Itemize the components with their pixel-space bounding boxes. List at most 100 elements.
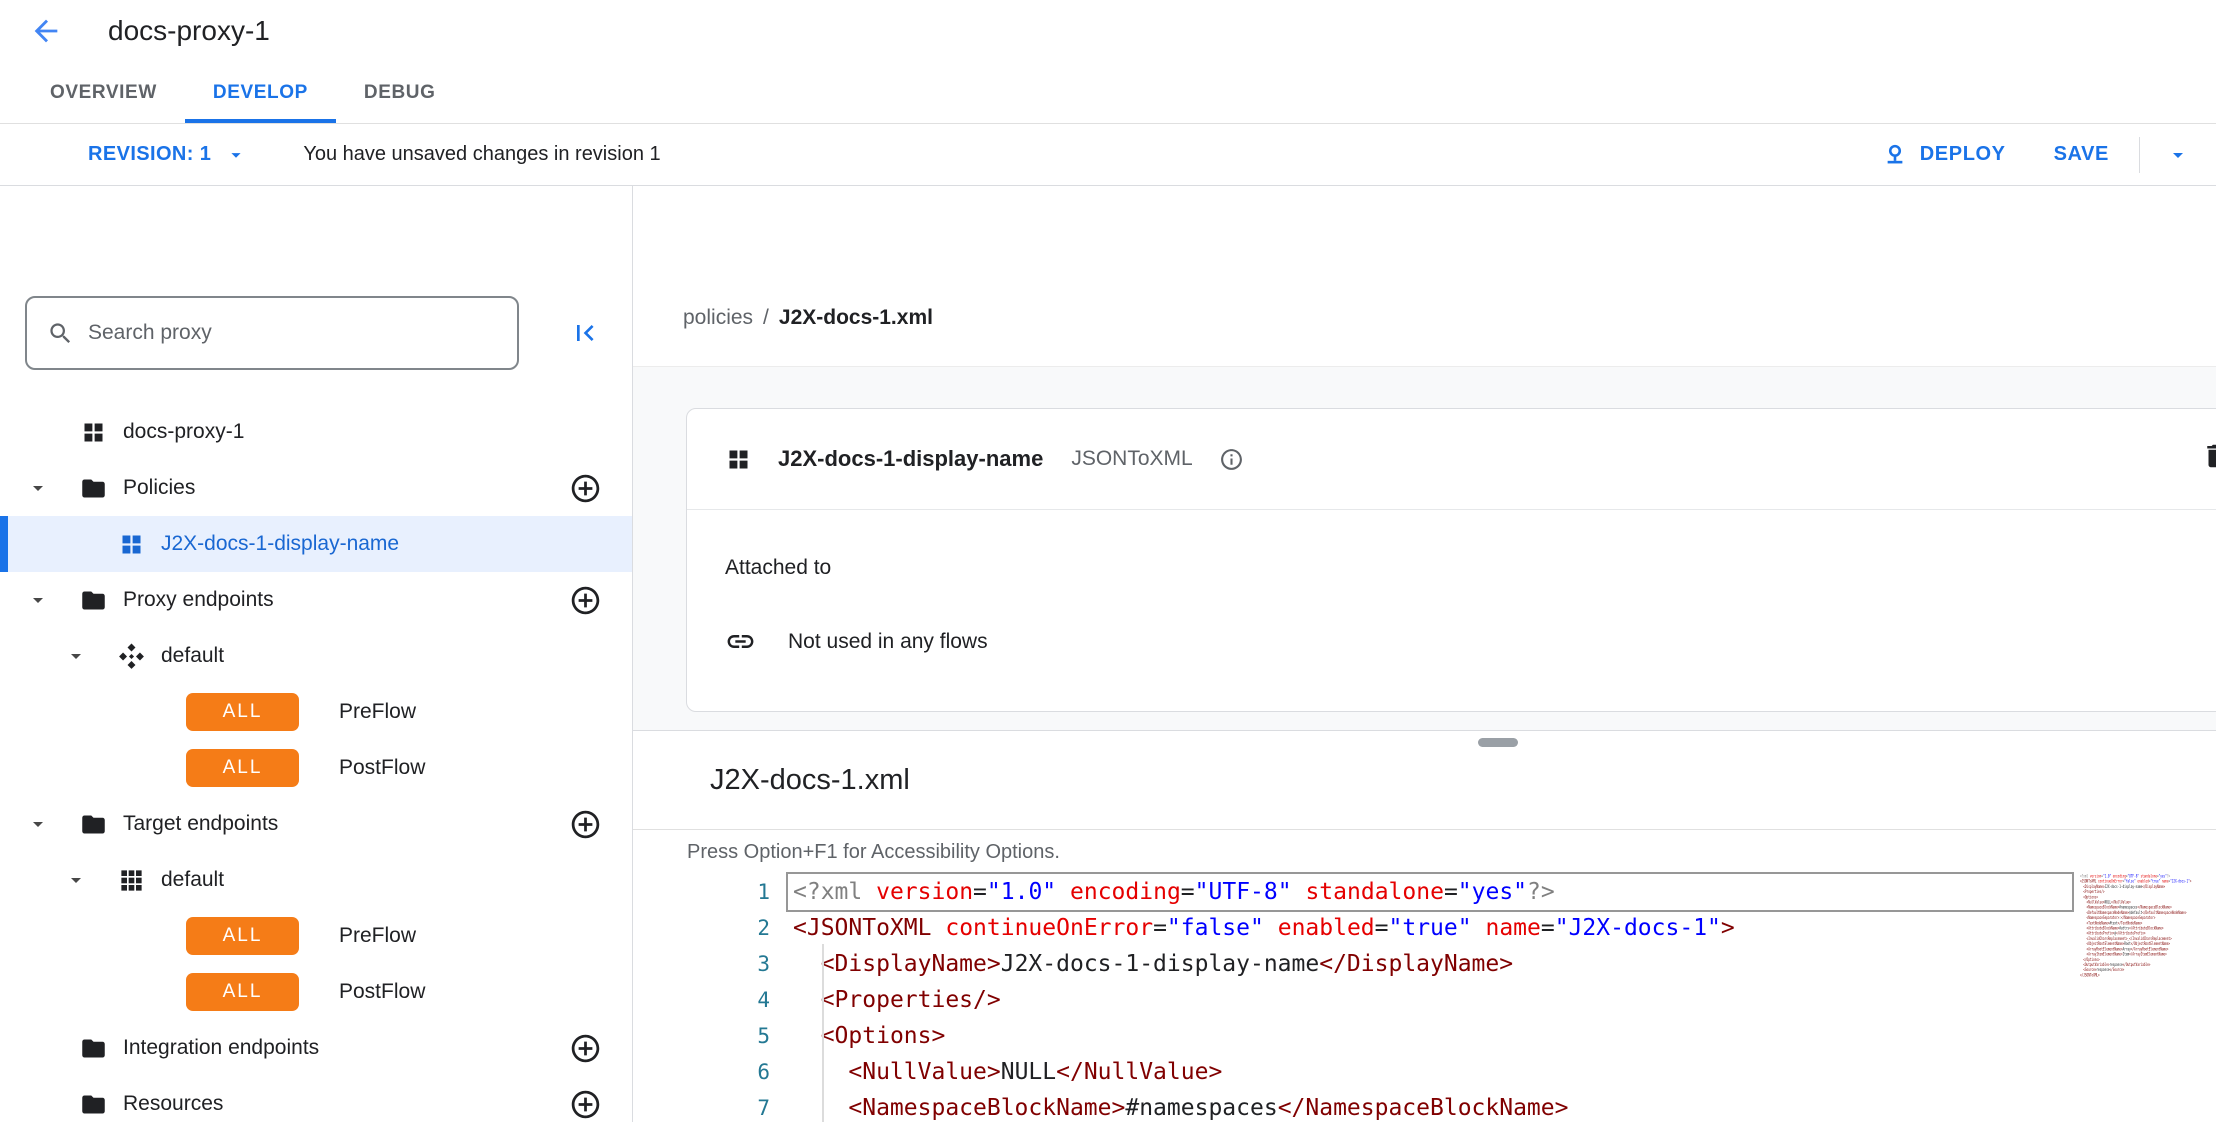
policy-name: J2X-docs-1-display-name bbox=[778, 446, 1043, 472]
policy-card: J2X-docs-1-display-name JSONToXML Attach… bbox=[686, 408, 2216, 712]
attached-to-label: Attached to bbox=[725, 556, 2216, 580]
tree-item-label: PostFlow bbox=[339, 980, 425, 1004]
tree-item-target-endpoints[interactable]: Target endpoints bbox=[0, 796, 632, 852]
line-number: 3 bbox=[633, 946, 770, 982]
add-button[interactable] bbox=[568, 807, 602, 841]
trash-icon bbox=[2201, 441, 2216, 471]
flow-condition-badge: ALL bbox=[186, 973, 299, 1011]
line-content: <JSONToXML continueOnError="false" enabl… bbox=[788, 910, 2072, 946]
caret-down-icon[interactable] bbox=[64, 644, 88, 668]
add-button[interactable] bbox=[568, 583, 602, 617]
tree-item-label: PreFlow bbox=[339, 924, 416, 948]
tree-item-integration-endpoints[interactable]: Integration endpoints bbox=[0, 1020, 632, 1076]
code-editor[interactable]: Press Option+F1 for Accessibility Option… bbox=[633, 830, 2216, 1122]
tree-item-preflow[interactable]: ALLPreFlow bbox=[0, 908, 632, 964]
tree-item-postflow[interactable]: ALLPostFlow bbox=[0, 740, 632, 796]
line-number: 5 bbox=[633, 1018, 770, 1054]
info-icon[interactable] bbox=[1219, 447, 1244, 472]
caret-down-icon[interactable] bbox=[64, 868, 88, 892]
add-circle-icon bbox=[569, 1032, 602, 1065]
line-number: 7 bbox=[633, 1090, 770, 1122]
add-circle-icon bbox=[569, 808, 602, 841]
add-button[interactable] bbox=[568, 471, 602, 505]
unsaved-changes-message: You have unsaved changes in revision 1 bbox=[303, 143, 660, 166]
caret-down-icon[interactable] bbox=[26, 476, 50, 500]
proxy-endpoint-icon bbox=[118, 643, 145, 670]
proxy-tree: docs-proxy-1 Policies J2X-docs-1-display-n… bbox=[0, 404, 632, 1122]
tree-item-label: default bbox=[161, 644, 224, 668]
tree-item-docs-proxy-1[interactable]: docs-proxy-1 bbox=[0, 404, 632, 460]
breadcrumb-separator: / bbox=[763, 306, 769, 330]
deploy-icon bbox=[1882, 142, 1908, 168]
code-line-5[interactable]: 5 <Options> bbox=[633, 1018, 2216, 1054]
delete-policy-button[interactable] bbox=[2201, 441, 2216, 471]
search-proxy-input[interactable] bbox=[88, 321, 468, 345]
policy-type: JSONToXML bbox=[1071, 447, 1192, 471]
line-content: <?xml version="1.0" encoding="UTF-8" sta… bbox=[788, 874, 2072, 910]
deploy-button[interactable]: DEPLOY bbox=[1882, 142, 2006, 168]
file-title-bar: J2X-docs-1.xml bbox=[633, 731, 2216, 830]
line-content: <Options> bbox=[788, 1018, 2072, 1054]
tree-item-label: PreFlow bbox=[339, 700, 416, 724]
policy-icon bbox=[725, 446, 752, 473]
tree-item-j2x-docs-1-display-name[interactable]: J2X-docs-1-display-name bbox=[0, 516, 632, 572]
tree-item-label: J2X-docs-1-display-name bbox=[161, 532, 399, 556]
caret-down-icon bbox=[2166, 143, 2190, 167]
line-content: <NullValue>NULL</NullValue> bbox=[788, 1054, 2072, 1090]
search-icon bbox=[47, 320, 74, 347]
tab-debug[interactable]: DEBUG bbox=[336, 62, 464, 123]
code-line-6[interactable]: 6 <NullValue>NULL</NullValue> bbox=[633, 1054, 2216, 1090]
folder-icon bbox=[80, 1035, 107, 1062]
folder-icon bbox=[80, 587, 107, 614]
tree-item-preflow[interactable]: ALL PreFlow bbox=[0, 684, 632, 740]
save-menu-button[interactable] bbox=[2166, 143, 2200, 167]
flow-condition-badge: ALL bbox=[186, 693, 299, 731]
caret-down-icon bbox=[225, 144, 247, 166]
folder-icon bbox=[80, 1091, 107, 1118]
tree-item-proxy-endpoints[interactable]: Proxy endpoints bbox=[0, 572, 632, 628]
proxy-explorer-sidebar: docs-proxy-1 Policies J2X-docs-1-display-n… bbox=[0, 186, 633, 1122]
policy-card-header: J2X-docs-1-display-name JSONToXML bbox=[687, 409, 2216, 510]
attachment-status-row: Not used in any flows bbox=[725, 626, 2216, 657]
tree-item-default[interactable]: default bbox=[0, 852, 632, 908]
save-button[interactable]: SAVE bbox=[2054, 143, 2109, 166]
tab-overview[interactable]: OVERVIEW bbox=[22, 62, 185, 123]
folder-icon bbox=[80, 811, 107, 838]
divider bbox=[2139, 137, 2140, 173]
minimap[interactable]: <?xml version="1.0" encoding="UTF-8" sta… bbox=[2080, 874, 2200, 990]
code-line-4[interactable]: 4 <Properties/> bbox=[633, 982, 2216, 1018]
add-circle-icon bbox=[569, 584, 602, 617]
apigee-proxy-editor: docs-proxy-1 OVERVIEWDEVELOPDEBUG REVISI… bbox=[0, 0, 2216, 1122]
back-button[interactable] bbox=[24, 9, 68, 53]
caret-down-icon[interactable] bbox=[26, 812, 50, 836]
breadcrumb-parent[interactable]: policies bbox=[683, 306, 753, 330]
line-content: <DisplayName>J2X-docs-1-display-name</Di… bbox=[788, 946, 2072, 982]
code-line-7[interactable]: 7 <NamespaceBlockName>#namespaces</Names… bbox=[633, 1090, 2216, 1122]
resize-handle[interactable] bbox=[1478, 738, 1518, 747]
line-content: <Properties/> bbox=[788, 982, 2072, 1018]
revision-selector[interactable]: REVISION: 1 bbox=[88, 143, 247, 166]
tree-item-policies[interactable]: Policies bbox=[0, 460, 632, 516]
folder-icon bbox=[80, 475, 107, 502]
code-line-3[interactable]: 3 <DisplayName>J2X-docs-1-display-name</… bbox=[633, 946, 2216, 982]
code-line-1[interactable]: 1<?xml version="1.0" encoding="UTF-8" st… bbox=[633, 874, 2216, 910]
tree-item-postflow[interactable]: ALL PostFlow bbox=[0, 964, 632, 1020]
tab-develop[interactable]: DEVELOP bbox=[185, 62, 336, 123]
tree-item-resources[interactable]: Resources bbox=[0, 1076, 632, 1122]
tree-item-default[interactable]: default bbox=[0, 628, 632, 684]
line-content: <NamespaceBlockName>#namespaces</Namespa… bbox=[788, 1090, 2072, 1122]
search-proxy-box[interactable] bbox=[25, 296, 519, 370]
add-circle-icon bbox=[569, 472, 602, 505]
caret-down-icon[interactable] bbox=[26, 588, 50, 612]
add-button[interactable] bbox=[568, 1087, 602, 1121]
revision-label: REVISION: 1 bbox=[88, 143, 211, 166]
tab-bar: OVERVIEWDEVELOPDEBUG bbox=[0, 62, 2216, 124]
proxy-icon bbox=[80, 419, 107, 446]
collapse-panel-button[interactable] bbox=[561, 309, 609, 357]
tree-item-label: Policies bbox=[123, 476, 195, 500]
add-button[interactable] bbox=[568, 1031, 602, 1065]
file-title: J2X-docs-1.xml bbox=[710, 764, 910, 797]
page-title: docs-proxy-1 bbox=[108, 15, 270, 47]
indent-guide bbox=[822, 944, 824, 1122]
code-line-2[interactable]: 2<JSONToXML continueOnError="false" enab… bbox=[633, 910, 2216, 946]
